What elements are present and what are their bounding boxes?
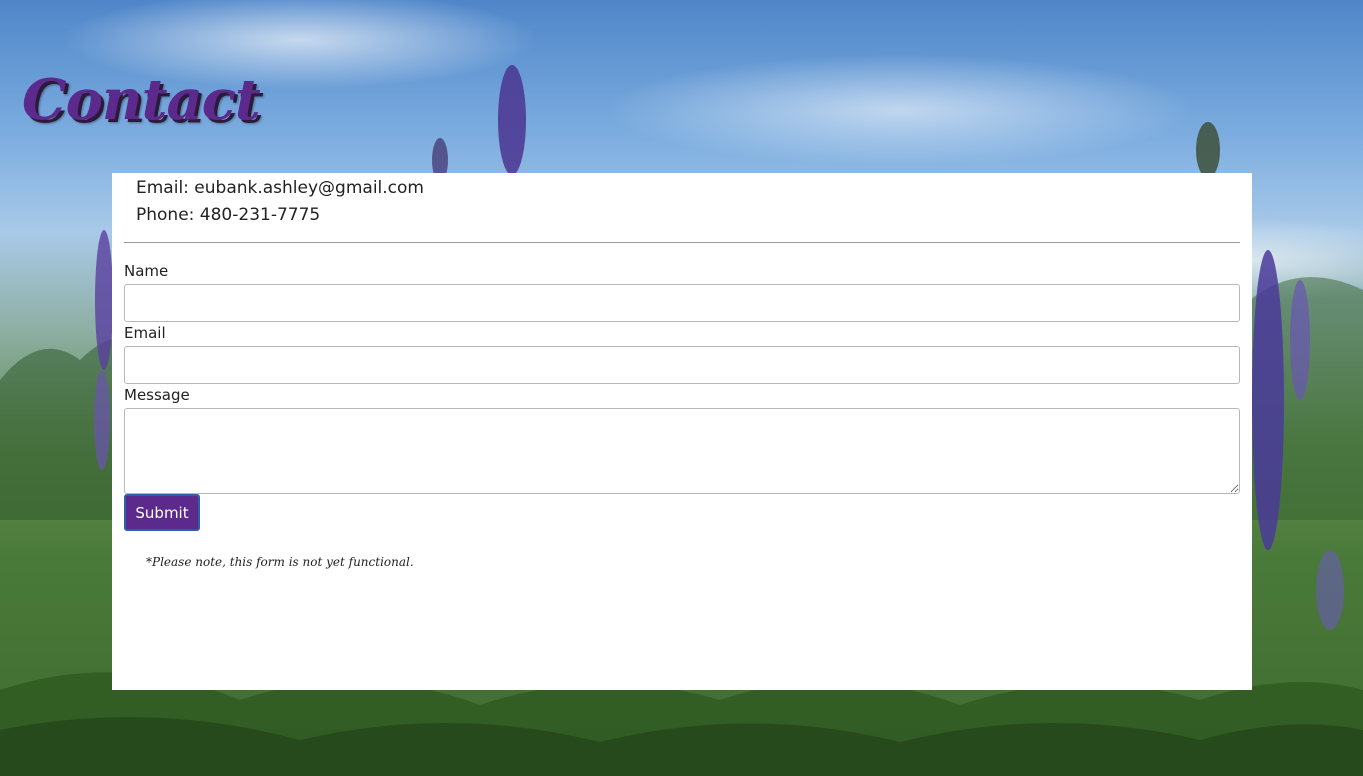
divider	[124, 242, 1240, 243]
name-input[interactable]	[124, 284, 1240, 322]
page-title: Contact	[22, 67, 261, 133]
email-input[interactable]	[124, 346, 1240, 384]
contact-panel: Email: eubank.ashley@gmail.com Phone: 48…	[112, 173, 1252, 690]
email-address-text: Email: eubank.ashley@gmail.com	[136, 178, 424, 198]
phone-number-text: Phone: 480-231-7775	[136, 205, 321, 225]
message-label: Message	[124, 386, 190, 404]
form-disclaimer-note: *Please note, this form is not yet funct…	[146, 555, 414, 569]
name-label: Name	[124, 262, 169, 280]
message-textarea[interactable]	[124, 408, 1240, 494]
email-label: Email	[124, 324, 166, 342]
submit-button[interactable]: Submit	[124, 494, 200, 531]
contact-info: Email: eubank.ashley@gmail.com Phone: 48…	[136, 175, 424, 229]
